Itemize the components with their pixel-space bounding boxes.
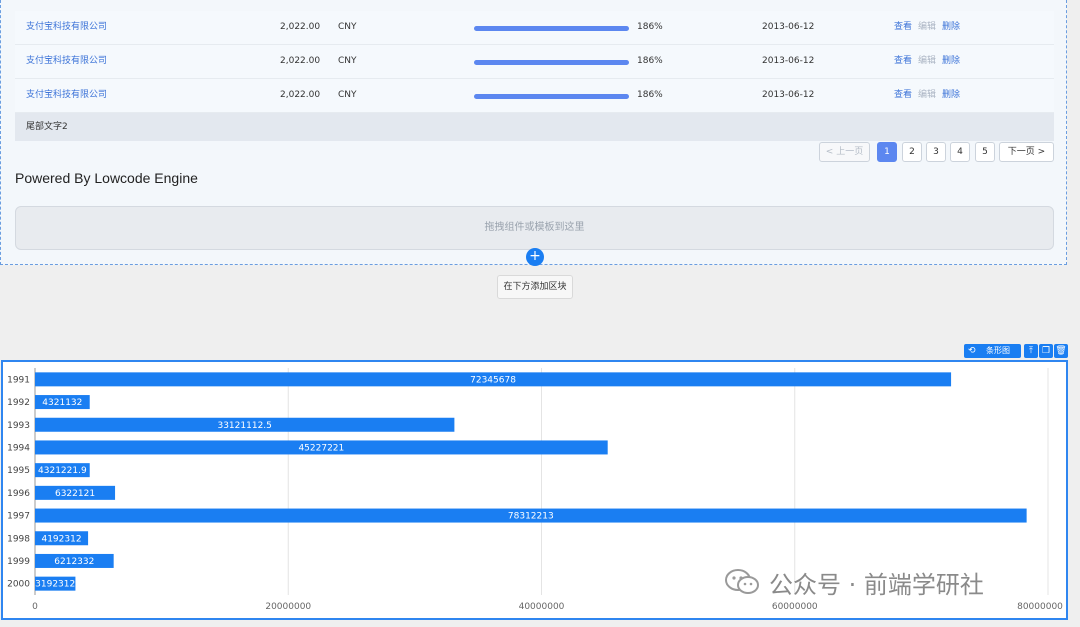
table-row: 支付宝科技有限公司 2,022.00 CNY 186% 2013-06-12 查看 编辑 删除 [15, 11, 1054, 45]
section-title: Powered By Lowcode Engine [15, 170, 198, 186]
currency-cell: CNY [338, 90, 357, 100]
edit-link[interactable]: 编辑 [918, 22, 936, 32]
delete-link[interactable]: 删除 [942, 22, 960, 32]
x-tick-label: 60000000 [772, 602, 818, 612]
progress-percent: 186% [637, 90, 663, 100]
row-actions: 查看 编辑 删除 [894, 11, 966, 44]
add-plus-icon[interactable]: + [526, 248, 544, 266]
y-tick-label: 1993 [7, 421, 30, 431]
date-cell: 2013-06-12 [762, 90, 815, 100]
table-row: 支付宝科技有限公司 2,022.00 CNY 186% 2013-06-12 查看 编辑 删除 [15, 45, 1054, 79]
pagination-page-3[interactable]: 3 [926, 142, 946, 162]
y-tick-label: 1994 [7, 443, 30, 453]
x-tick-label: 20000000 [265, 602, 311, 612]
y-tick-label: 1997 [7, 512, 30, 522]
amount-cell: 2,022.00 [280, 22, 321, 32]
chart-type-label[interactable]: ⟲ 条形图 [964, 344, 1021, 358]
progress-percent: 186% [637, 22, 663, 32]
delete-icon[interactable]: 🗑 [1054, 344, 1068, 358]
y-tick-label: 1995 [7, 466, 30, 476]
wechat-icon [725, 569, 759, 594]
y-tick-label: 1996 [7, 489, 30, 499]
table-footer: 尾部文字2 [15, 113, 1054, 141]
currency-cell: CNY [338, 56, 357, 66]
component-icon: ⟲ [968, 346, 976, 356]
watermark-text: 公众号 · 前端学研社 [769, 571, 984, 599]
y-tick-label: 1999 [7, 557, 30, 567]
delete-link[interactable]: 删除 [942, 90, 960, 100]
view-link[interactable]: 查看 [894, 56, 912, 66]
pagination-page-4[interactable]: 4 [950, 142, 970, 162]
x-tick-label: 0 [32, 602, 38, 612]
table-row: 支付宝科技有限公司 2,022.00 CNY 186% 2013-06-12 查看 编辑 删除 [15, 79, 1054, 113]
pagination-prev-button[interactable]: < 上一页 [819, 142, 870, 162]
date-cell: 2013-06-12 [762, 22, 815, 32]
company-name-link[interactable]: 支付宝科技有限公司 [26, 11, 107, 44]
amount-cell: 2,022.00 [280, 56, 321, 66]
bar-value-label: 72345678 [470, 375, 516, 385]
y-tick-label: 1992 [7, 398, 30, 408]
pagination-page-5[interactable]: 5 [975, 142, 995, 162]
progress-bar [474, 26, 629, 31]
amount-cell: 2,022.00 [280, 90, 321, 100]
company-name-link[interactable]: 支付宝科技有限公司 [26, 45, 107, 78]
row-actions: 查看 编辑 删除 [894, 79, 966, 112]
edit-link[interactable]: 编辑 [918, 90, 936, 100]
progress-bar [474, 60, 629, 65]
bar-value-label: 3192312 [35, 580, 75, 590]
bar-value-label: 4321221.9 [38, 466, 87, 476]
table-footer-text: 尾部文字2 [26, 122, 68, 132]
add-block-button[interactable]: 在下方添加区块 [497, 275, 573, 299]
view-link[interactable]: 查看 [894, 90, 912, 100]
delete-link[interactable]: 删除 [942, 56, 960, 66]
y-tick-label: 2000 [7, 580, 30, 590]
copy-icon[interactable]: ❐ [1039, 344, 1053, 358]
company-name-link[interactable]: 支付宝科技有限公司 [26, 79, 107, 112]
pagination-page-1[interactable]: 1 [877, 142, 897, 162]
edit-link[interactable]: 编辑 [918, 56, 936, 66]
bar-value-label: 4321132 [42, 398, 82, 408]
row-actions: 查看 编辑 删除 [894, 45, 966, 78]
bar-value-label: 45227221 [298, 443, 344, 453]
y-tick-label: 1998 [7, 534, 30, 544]
bar-value-label: 33121112.5 [217, 421, 271, 431]
date-cell: 2013-06-12 [762, 56, 815, 66]
bar-value-label: 78312213 [508, 512, 554, 522]
move-up-icon[interactable]: ⤒ [1024, 344, 1038, 358]
pagination-next-button[interactable]: 下一页 > [999, 142, 1054, 162]
chart-type-text: 条形图 [986, 346, 1010, 355]
view-link[interactable]: 查看 [894, 22, 912, 32]
component-dropzone[interactable]: 拖拽组件或模板到这里 [15, 206, 1054, 250]
pagination-page-2[interactable]: 2 [902, 142, 922, 162]
bar-value-label: 6322121 [55, 489, 95, 499]
bar-value-label: 4192312 [41, 534, 81, 544]
progress-bar [474, 94, 629, 99]
x-tick-label: 80000000 [1017, 602, 1063, 612]
y-tick-label: 1991 [7, 375, 30, 385]
x-tick-label: 40000000 [519, 602, 565, 612]
currency-cell: CNY [338, 22, 357, 32]
bar-value-label: 6212332 [54, 557, 94, 567]
progress-percent: 186% [637, 56, 663, 66]
